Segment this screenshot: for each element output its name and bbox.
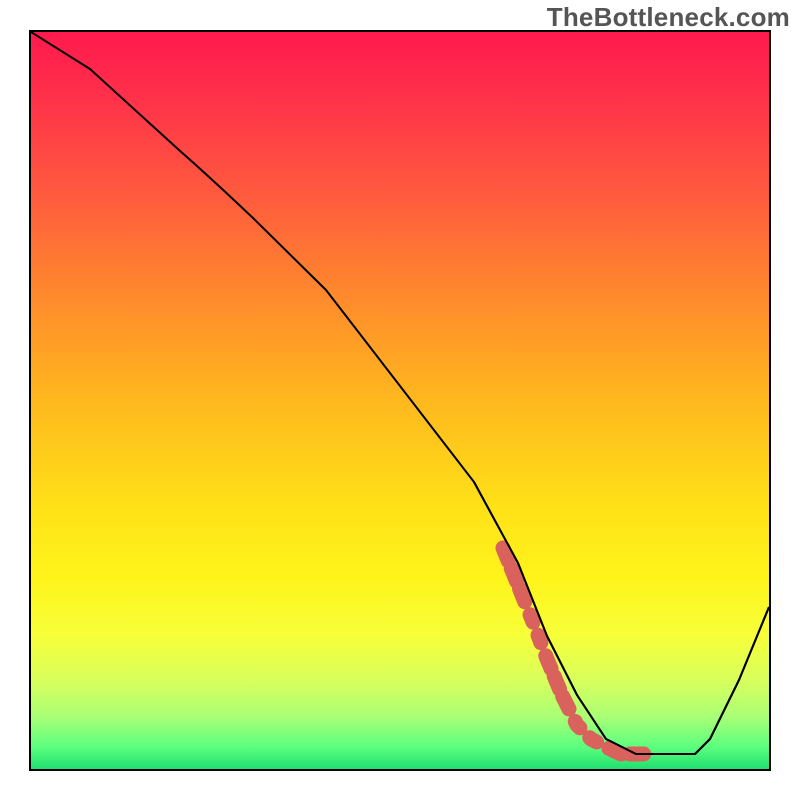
plot-border	[29, 30, 771, 771]
chart-frame: TheBottleneck.com	[0, 0, 800, 800]
watermark-text: TheBottleneck.com	[547, 2, 790, 33]
